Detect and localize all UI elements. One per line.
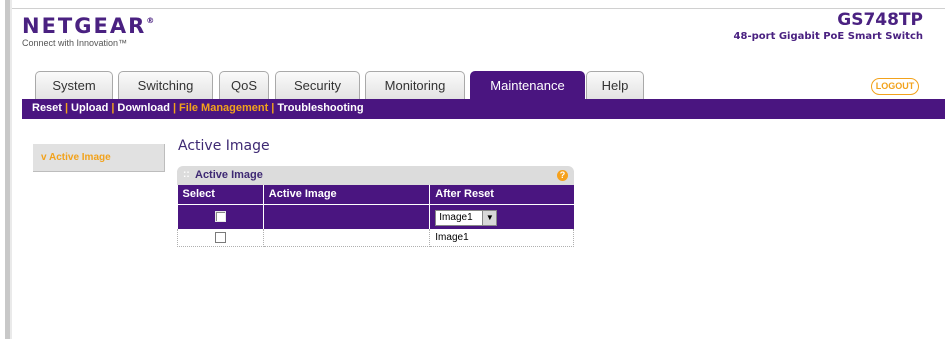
after-reset-select[interactable]: Image1 ▼ [435, 210, 498, 227]
help-icon[interactable]: ? [557, 170, 568, 181]
logo-tagline: Connect with Innovation™ [22, 38, 128, 48]
panel-title: Active Image [195, 169, 263, 181]
logout-button[interactable]: LOGOUT [871, 78, 919, 95]
row-select-cell [177, 229, 264, 247]
logo-text: NETGEAR [22, 14, 147, 38]
edit-row: Image1 ▼ [177, 203, 574, 229]
panel-bullet-icon: :: [183, 169, 190, 180]
tab-maintenance[interactable]: Maintenance [470, 71, 585, 100]
tab-system[interactable]: System [35, 71, 113, 99]
subnav-bar: Reset | Upload | Download | File Management | Tr… [22, 99, 945, 119]
model-name: GS748TP [837, 10, 923, 30]
subnav-download[interactable]: Download [117, 102, 170, 114]
subnav-separator: | [172, 102, 177, 114]
page-title: Active Image [178, 138, 270, 154]
dropdown-arrow-icon[interactable]: ▼ [482, 211, 497, 226]
subnav-upload[interactable]: Upload [71, 102, 108, 114]
edit-row-select-cell [177, 203, 264, 229]
netgear-logo: NETGEAR® Connect with Innovation™ [22, 14, 154, 48]
window-top-border [12, 8, 945, 9]
edit-row-active-image-cell [263, 203, 431, 229]
model-description: 48-port Gigabit PoE Smart Switch [733, 31, 923, 42]
subnav-separator: | [271, 102, 275, 114]
column-header-active-image: Active Image [263, 185, 431, 204]
subnav-separator: | [64, 102, 69, 114]
tab-security[interactable]: Security [275, 71, 360, 99]
edit-row-after-reset-cell: Image1 ▼ [429, 203, 574, 229]
tab-help[interactable]: Help [586, 71, 644, 99]
row-checkbox[interactable] [214, 231, 226, 243]
panel-header: :: Active Image ? [177, 166, 574, 185]
row-after-reset-cell: Image1 [429, 229, 574, 247]
subnav-separator: | [111, 102, 115, 114]
model-info: GS748TP 48-port Gigabit PoE Smart Switch [734, 10, 923, 42]
active-image-table: Select Active Image After Reset Image1 ▼ … [177, 185, 574, 247]
sidebar-item-label: Active Image [48, 152, 111, 163]
tab-switching[interactable]: Switching [118, 71, 213, 99]
subnav-file-management[interactable]: File Management [179, 102, 268, 114]
select-all-checkbox[interactable] [214, 211, 226, 223]
tab-qos[interactable]: QoS [219, 71, 269, 99]
chevron-down-icon: v [41, 152, 47, 163]
active-image-panel: :: Active Image ? Select Active Image Af… [177, 166, 574, 247]
subnav-troubleshooting[interactable]: Troubleshooting [277, 102, 363, 114]
after-reset-select-value: Image1 [439, 212, 473, 224]
sidebar-item-active-image[interactable]: v Active Image [33, 144, 165, 172]
column-header-after-reset: After Reset [429, 185, 574, 204]
tab-monitoring[interactable]: Monitoring [365, 71, 465, 99]
row-active-image-cell [263, 229, 431, 247]
logo-registered-mark: ® [146, 16, 155, 25]
table-row: Image1 [177, 229, 574, 247]
window-left-border-inner [10, 0, 12, 339]
column-header-select: Select [177, 185, 264, 204]
subnav-reset[interactable]: Reset [32, 102, 62, 114]
